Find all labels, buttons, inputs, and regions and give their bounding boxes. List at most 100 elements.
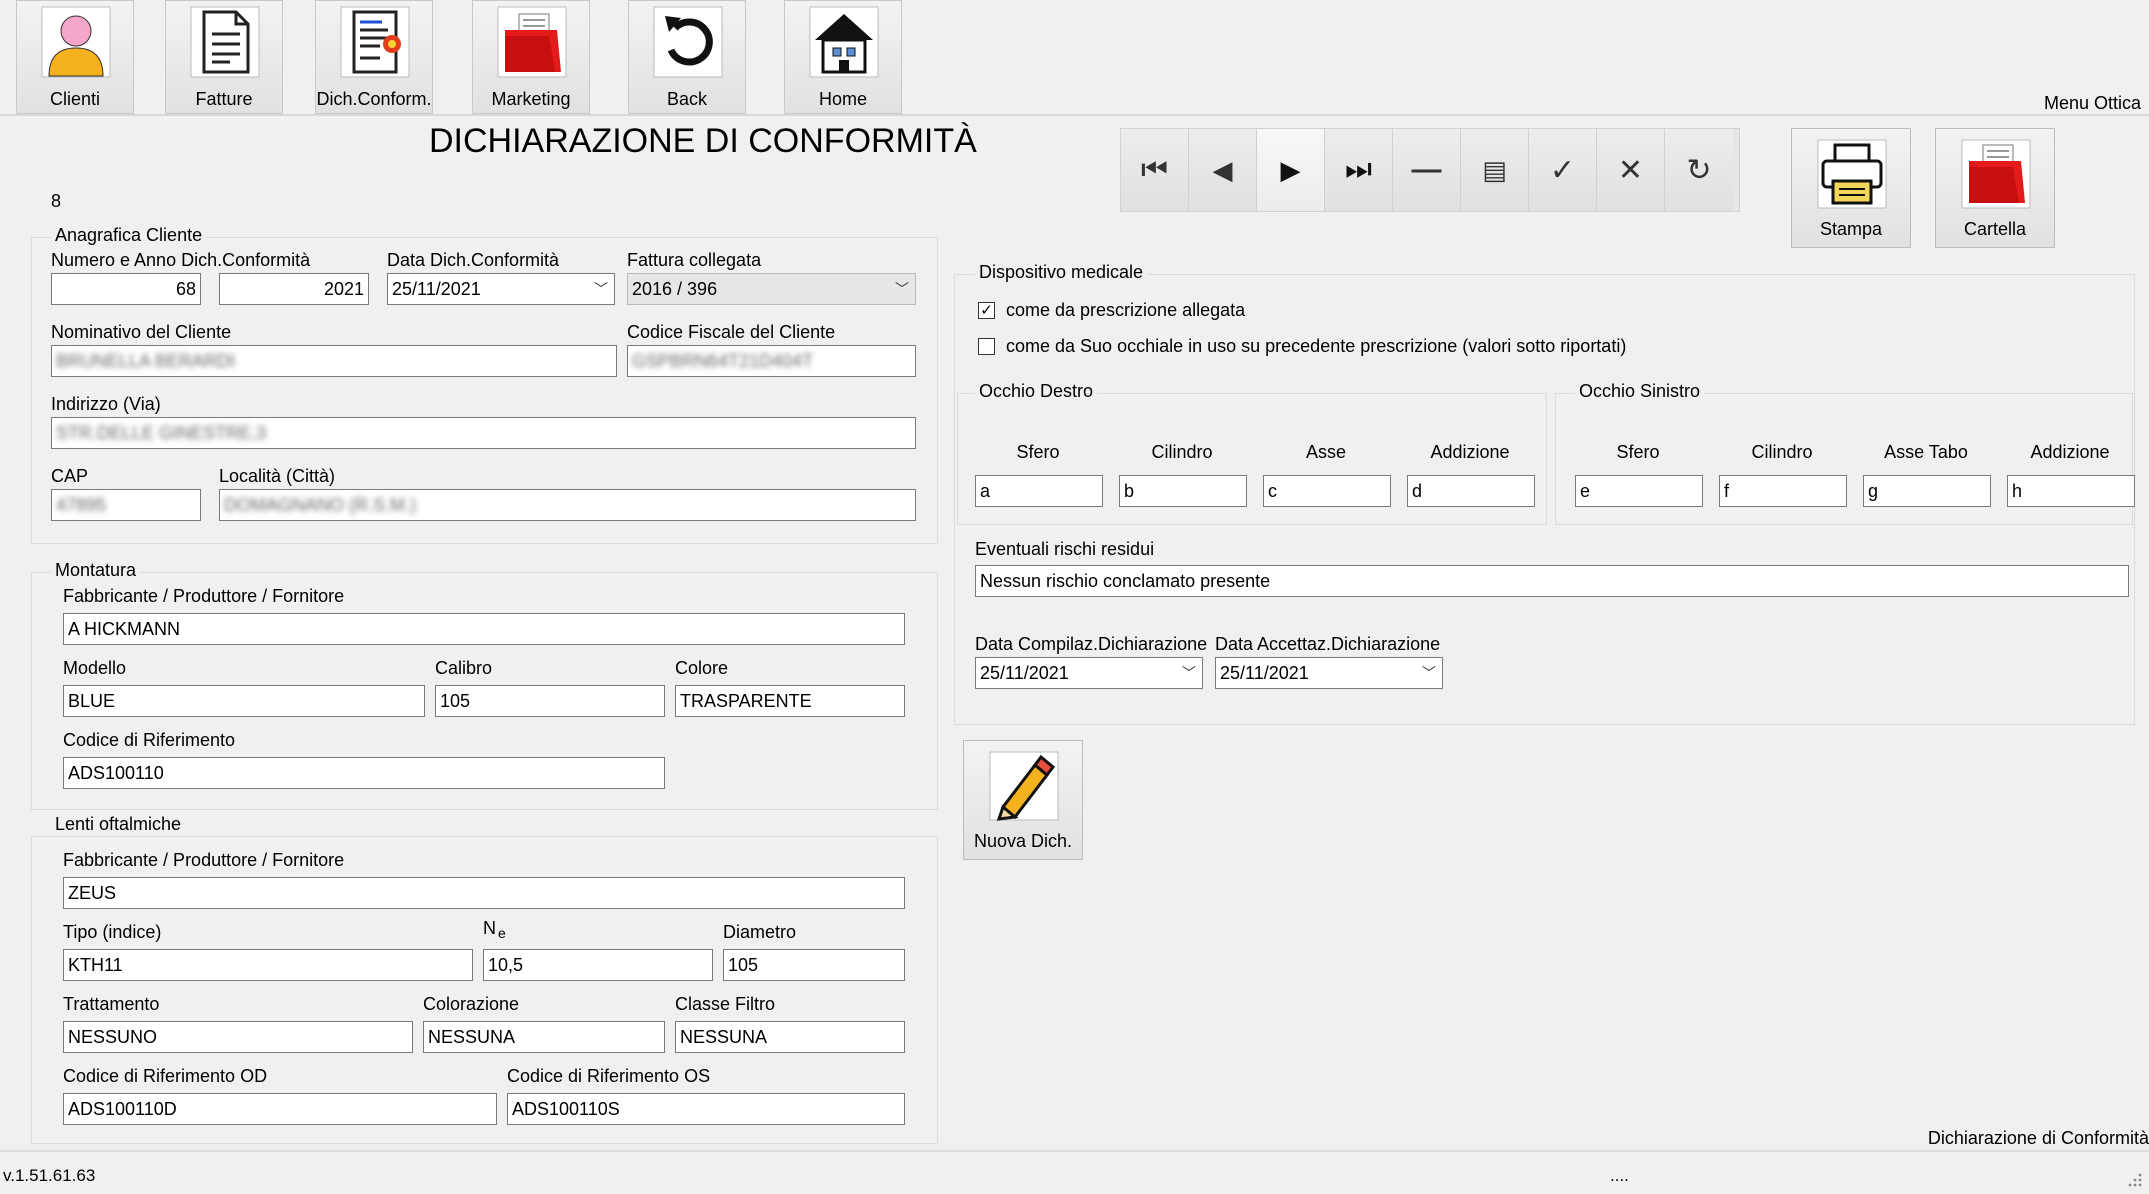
- codice-od-field[interactable]: ADS100110D: [63, 1093, 497, 1125]
- confirm-icon: ✓: [1549, 153, 1576, 187]
- nav-fatture-label: Fatture: [195, 89, 253, 109]
- nav-fatture-button[interactable]: Fatture: [165, 0, 283, 114]
- nominativo-label: Nominativo del Cliente: [51, 322, 232, 342]
- last-record-button[interactable]: ⏭: [1325, 129, 1393, 211]
- anno-field[interactable]: 2021: [219, 273, 369, 305]
- compilaz-picker[interactable]: 25/11/2021 ﹀: [975, 657, 1203, 689]
- compilaz-value: 25/11/2021: [980, 663, 1069, 683]
- od-asse-label: Asse: [1305, 442, 1347, 462]
- cap-label: CAP: [51, 466, 89, 486]
- chevron-down-icon: ﹀: [1182, 665, 1196, 681]
- indirizzo-field[interactable]: STR.DELLE GINESTRE,3: [51, 417, 916, 449]
- next-record-button[interactable]: ▶: [1257, 129, 1325, 211]
- folder-icon: [497, 6, 567, 78]
- data-dich-picker[interactable]: 25/11/2021 ﹀: [387, 273, 615, 305]
- previous-record-button[interactable]: ◀: [1189, 129, 1257, 211]
- folder-icon: [1961, 139, 2031, 209]
- filtro-label: Classe Filtro: [675, 994, 776, 1014]
- filtro-field[interactable]: NESSUNA: [675, 1021, 905, 1053]
- printer-icon: [1817, 139, 1887, 209]
- new-record-button[interactable]: ▤: [1461, 129, 1529, 211]
- occhio-destro-title: Occhio Destro: [975, 381, 1098, 402]
- option1-checkbox[interactable]: ✓: [978, 302, 995, 319]
- nav-back-button[interactable]: Back: [628, 0, 746, 114]
- cf-label: Codice Fiscale del Cliente: [627, 322, 836, 342]
- first-record-button[interactable]: ⏮: [1121, 129, 1189, 211]
- od-sfero-field[interactable]: a: [975, 475, 1103, 507]
- od-sfero-label: Sfero: [1016, 442, 1060, 462]
- accettaz-picker[interactable]: 25/11/2021 ﹀: [1215, 657, 1443, 689]
- compilaz-label: Data Compilaz.Dichiarazione: [975, 634, 1208, 654]
- next-record-icon: ▶: [1280, 154, 1301, 185]
- first-record-icon: ⏮: [1141, 153, 1168, 186]
- modello-label: Modello: [63, 658, 127, 678]
- option2-checkbox[interactable]: [978, 338, 995, 355]
- cap-field[interactable]: 47895: [51, 489, 201, 521]
- tipo-field[interactable]: KTH11: [63, 949, 473, 981]
- nav-dichconform-label: Dich.Conform.: [316, 89, 432, 109]
- ne-field[interactable]: 10,5: [483, 949, 713, 981]
- trattamento-field[interactable]: NESSUNO: [63, 1021, 413, 1053]
- codice-od-label: Codice di Riferimento OD: [63, 1066, 268, 1086]
- occhio-sinistro-title: Occhio Sinistro: [1575, 381, 1705, 402]
- cancel-button[interactable]: ✕: [1597, 129, 1665, 211]
- calibro-field[interactable]: 105: [435, 685, 665, 717]
- print-button[interactable]: Stampa: [1791, 128, 1911, 248]
- fattura-select[interactable]: 2016 / 396 ﹀: [627, 273, 916, 305]
- status-dots: ....: [1610, 1166, 1629, 1185]
- confirm-button[interactable]: ✓: [1529, 129, 1597, 211]
- cf-field[interactable]: GSPBRN64T21D404T: [627, 345, 916, 377]
- localita-field[interactable]: DOMAGNANO (R.S.M.): [219, 489, 916, 521]
- diametro-field[interactable]: 105: [723, 949, 905, 981]
- modello-field[interactable]: BLUE: [63, 685, 425, 717]
- os-asse-field[interactable]: g: [1863, 475, 1991, 507]
- refresh-button[interactable]: ↻: [1665, 129, 1733, 211]
- montatura-fabbricante-field[interactable]: A HICKMANN: [63, 613, 905, 645]
- new-declaration-button[interactable]: Nuova Dich.: [963, 740, 1083, 860]
- indirizzo-label: Indirizzo (Via): [51, 394, 161, 414]
- print-label: Stampa: [1819, 219, 1883, 239]
- last-record-icon: ⏭: [1345, 153, 1372, 186]
- resize-grip-icon[interactable]: [2127, 1172, 2143, 1188]
- lenti-fabbricante-label: Fabbricante / Produttore / Fornitore: [63, 850, 345, 870]
- os-sfero-field[interactable]: e: [1575, 475, 1703, 507]
- nav-clienti-button[interactable]: Clienti: [16, 0, 134, 114]
- chevron-down-icon: ﹀: [594, 281, 608, 297]
- delete-record-button[interactable]: —: [1393, 129, 1461, 211]
- checkmark-icon: ✓: [980, 302, 993, 319]
- lenti-title: Lenti oftalmiche: [51, 814, 186, 835]
- nav-home-button[interactable]: Home: [784, 0, 902, 114]
- colorazione-field[interactable]: NESSUNA: [423, 1021, 665, 1053]
- ne-label-sub: e: [498, 925, 506, 941]
- dispositivo-title: Dispositivo medicale: [975, 262, 1148, 283]
- previous-record-icon: ◀: [1212, 154, 1233, 185]
- os-asse-label: Asse Tabo: [1884, 442, 1968, 462]
- os-sfero-label: Sfero: [1616, 442, 1660, 462]
- os-addizione-field[interactable]: h: [2007, 475, 2135, 507]
- numero-field[interactable]: 68: [51, 273, 201, 305]
- nav-back-label: Back: [666, 89, 708, 109]
- montatura-codice-field[interactable]: ADS100110: [63, 757, 665, 789]
- nav-clienti-label: Clienti: [49, 89, 101, 109]
- folder-button[interactable]: Cartella: [1935, 128, 2055, 248]
- nav-marketing-label: Marketing: [491, 89, 571, 109]
- numero-label: Numero e Anno Dich.Conformità: [51, 250, 311, 270]
- montatura-fabbricante-label: Fabbricante / Produttore / Fornitore: [63, 586, 345, 606]
- bottom-divider: [0, 1150, 2149, 1152]
- chevron-down-icon: ﹀: [895, 281, 909, 297]
- od-addizione-field[interactable]: d: [1407, 475, 1535, 507]
- od-asse-field[interactable]: c: [1263, 475, 1391, 507]
- rischi-field[interactable]: Nessun rischio conclamato presente: [975, 565, 2129, 597]
- nav-marketing-button[interactable]: Marketing: [472, 0, 590, 114]
- localita-value: DOMAGNANO (R.S.M.): [224, 495, 416, 515]
- od-addizione-label: Addizione: [1430, 442, 1510, 462]
- lenti-fabbricante-field[interactable]: ZEUS: [63, 877, 905, 909]
- nominativo-field[interactable]: BRUNELLA BERARDI: [51, 345, 617, 377]
- os-cilindro-field[interactable]: f: [1719, 475, 1847, 507]
- refresh-icon: ↻: [1686, 153, 1712, 187]
- nav-dichconform-button[interactable]: Dich.Conform.: [315, 0, 433, 114]
- colore-field[interactable]: TRASPARENTE: [675, 685, 905, 717]
- od-cilindro-field[interactable]: b: [1119, 475, 1247, 507]
- person-icon: [41, 6, 111, 78]
- codice-os-field[interactable]: ADS100110S: [507, 1093, 905, 1125]
